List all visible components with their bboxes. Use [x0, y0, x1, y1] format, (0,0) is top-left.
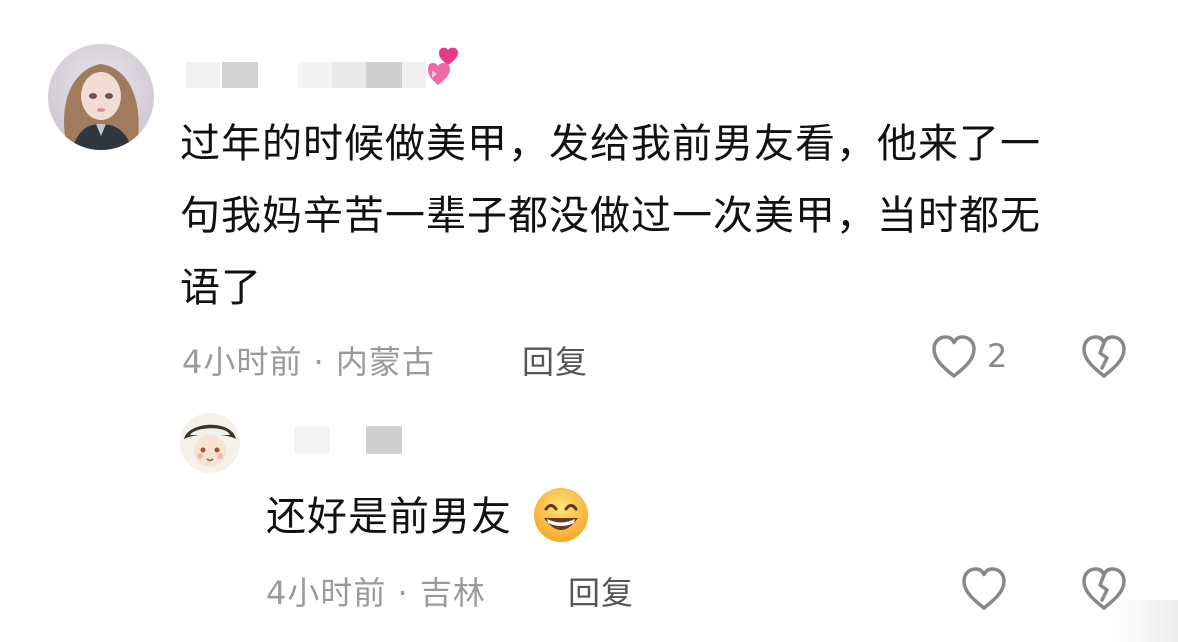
comment-thread: 过年的时候做美甲，发给我前男友看，他来了一 句我妈辛苦一辈子都没做过一次美甲，当… [0, 0, 1178, 642]
comment-time-location: 4小时前 · 内蒙古 [182, 343, 435, 381]
grinning-face-icon [532, 486, 590, 544]
heart-icon[interactable] [960, 566, 1008, 612]
watermark [1112, 600, 1178, 642]
comment-text-line-3: 语了 [180, 265, 262, 311]
like-count: 2 [987, 337, 1008, 375]
reply-time-location: 4小时前 · 吉林 [266, 574, 486, 612]
comment-text-line-1: 过年的时候做美甲，发给我前男友看，他来了一 [180, 121, 1041, 167]
broken-heart-icon[interactable] [1080, 334, 1128, 380]
comment-reply-button[interactable]: 回复 [522, 337, 588, 383]
two-hearts-icon [428, 46, 462, 90]
replier-avatar[interactable] [180, 413, 240, 473]
commenter-username[interactable] [186, 60, 436, 90]
comment-text-line-2: 句我妈辛苦一辈子都没做过一次美甲，当时都无 [180, 193, 1041, 239]
replier-username[interactable] [294, 424, 404, 458]
heart-icon[interactable] [930, 334, 978, 380]
reply-reply-button[interactable]: 回复 [568, 568, 634, 614]
commenter-avatar[interactable] [48, 44, 154, 150]
reply-text: 还好是前男友 [266, 494, 512, 540]
